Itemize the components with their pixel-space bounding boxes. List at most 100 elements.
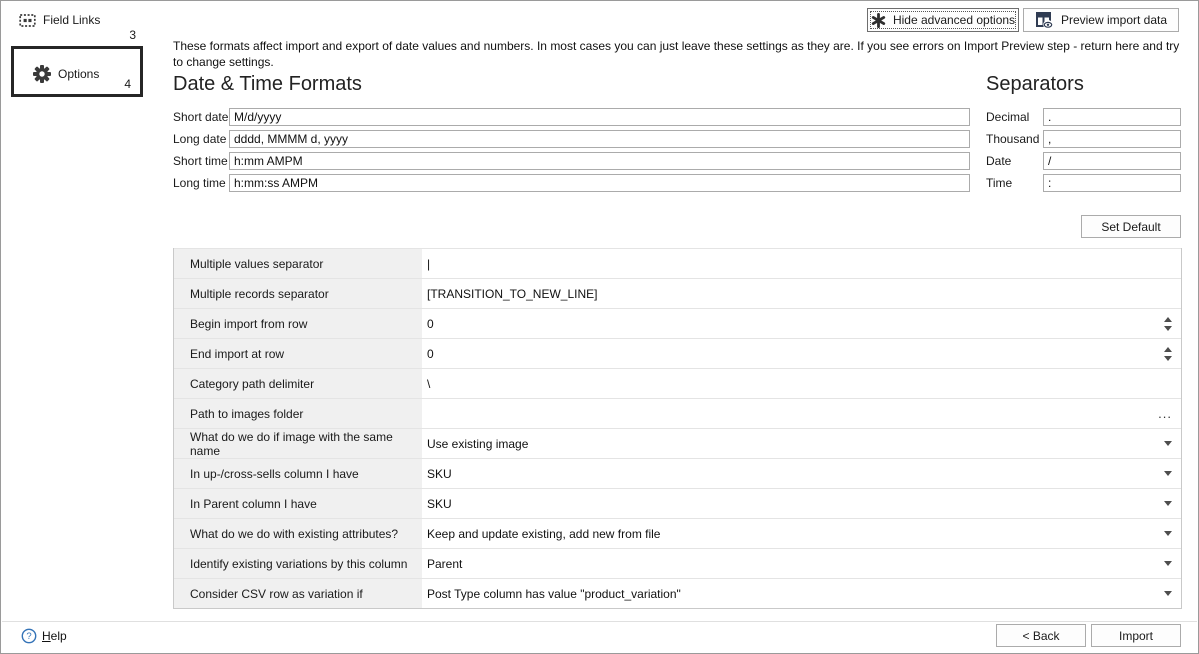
option-value[interactable]: 0	[422, 309, 1181, 338]
help-question-icon: ?	[21, 628, 37, 644]
separator-field-label: Date	[986, 154, 1039, 168]
option-value[interactable]: Use existing image	[422, 429, 1181, 458]
hide-advanced-options-label: Hide advanced options	[893, 13, 1015, 27]
field-links-step-number: 3	[122, 28, 136, 42]
datetime-field-input[interactable]	[229, 174, 970, 192]
spinner-control	[1164, 317, 1181, 331]
spinner-control	[1164, 347, 1181, 361]
separator-field-input[interactable]	[1043, 174, 1181, 192]
set-default-button[interactable]: Set Default	[1081, 215, 1181, 238]
option-value[interactable]: Keep and update existing, add new from f…	[422, 519, 1181, 548]
back-button[interactable]: < Back	[996, 624, 1086, 647]
option-value[interactable]: 0	[422, 339, 1181, 368]
separator-field-row: Decimal	[986, 108, 1181, 126]
browse-control: ...	[1158, 410, 1181, 418]
option-value-text: 0	[427, 347, 434, 361]
separator-field-label: Decimal	[986, 110, 1039, 124]
hide-advanced-options-button[interactable]: Hide advanced options	[867, 8, 1019, 32]
svg-text:?: ?	[26, 631, 31, 642]
dropdown-control	[1164, 561, 1181, 566]
chevron-down-icon[interactable]	[1164, 561, 1172, 566]
option-value-text: [TRANSITION_TO_NEW_LINE]	[427, 287, 597, 301]
option-value[interactable]: SKU	[422, 489, 1181, 518]
import-button[interactable]: Import	[1091, 624, 1181, 647]
footer-divider	[2, 621, 1197, 622]
options-step-number: 4	[124, 77, 131, 91]
option-row: Identify existing variations by this col…	[174, 548, 1181, 578]
spinner-up-icon[interactable]	[1164, 347, 1172, 352]
preview-table-eye-icon	[1035, 11, 1054, 30]
option-value[interactable]: SKU	[422, 459, 1181, 488]
datetime-field-label: Short time	[173, 154, 224, 168]
datetime-field-label: Short date	[173, 110, 224, 124]
field-links-icon	[19, 12, 36, 29]
chevron-down-icon[interactable]	[1164, 471, 1172, 476]
separator-fields-group: Decimal Thousand Date Time	[986, 108, 1181, 196]
browse-ellipsis-button[interactable]: ...	[1158, 410, 1172, 418]
option-label: Category path delimiter	[174, 369, 422, 398]
dropdown-control	[1164, 471, 1181, 476]
option-value-text: SKU	[427, 467, 452, 481]
separator-field-input[interactable]	[1043, 108, 1181, 126]
datetime-field-label: Long time	[173, 176, 224, 190]
import-wizard-window: Field Links 3 Options 4 Hide advanced op…	[0, 0, 1199, 654]
option-row: What do we do with existing attributes? K…	[174, 518, 1181, 548]
options-label: Options	[58, 67, 99, 81]
option-value-text: Keep and update existing, add new from f…	[427, 527, 660, 541]
option-label: Multiple values separator	[174, 249, 422, 278]
chevron-down-icon[interactable]	[1164, 531, 1172, 536]
chevron-down-icon[interactable]	[1164, 591, 1172, 596]
separators-heading: Separators	[986, 73, 1084, 96]
chevron-down-icon[interactable]	[1164, 501, 1172, 506]
datetime-field-input[interactable]	[229, 108, 970, 126]
dropdown-control	[1164, 531, 1181, 536]
option-row: Category path delimiter\	[174, 368, 1181, 398]
separator-field-label: Time	[986, 176, 1039, 190]
separator-field-row: Thousand	[986, 130, 1181, 148]
option-label: End import at row	[174, 339, 422, 368]
option-value[interactable]: \	[422, 369, 1181, 398]
option-row: In up-/cross-sells column I have SKU	[174, 458, 1181, 488]
intro-text: These formats affect import and export o…	[173, 39, 1182, 71]
spinner-down-icon[interactable]	[1164, 356, 1172, 361]
option-row: In Parent column I haveSKU	[174, 488, 1181, 518]
spinner-down-icon[interactable]	[1164, 326, 1172, 331]
datetime-field-row: Long time	[173, 174, 970, 192]
option-value[interactable]: |	[422, 249, 1181, 278]
option-label: Multiple records separator	[174, 279, 422, 308]
option-row: Consider CSV row as variation ifPost Typ…	[174, 578, 1181, 608]
option-value[interactable]: [TRANSITION_TO_NEW_LINE]	[422, 279, 1181, 308]
asterisk-icon	[871, 13, 886, 28]
option-value[interactable]: Parent	[422, 549, 1181, 578]
datetime-field-label: Long date	[173, 132, 224, 146]
separator-field-row: Time	[986, 174, 1181, 192]
option-label: What do we do with existing attributes?	[174, 519, 422, 548]
option-label: In Parent column I have	[174, 489, 422, 518]
datetime-formats-heading: Date & Time Formats	[173, 73, 362, 96]
help-button[interactable]: ? Help	[21, 628, 67, 644]
option-value-text: Use existing image	[427, 437, 528, 451]
option-value[interactable]: Post Type column has value "product_vari…	[422, 579, 1181, 608]
option-label: In up-/cross-sells column I have	[174, 459, 422, 488]
separator-field-row: Date	[986, 152, 1181, 170]
separator-field-input[interactable]	[1043, 152, 1181, 170]
datetime-field-input[interactable]	[229, 152, 970, 170]
option-label: Begin import from row	[174, 309, 422, 338]
spinner-up-icon[interactable]	[1164, 317, 1172, 322]
option-row: Multiple records separator [TRANSITION_TO…	[174, 278, 1181, 308]
datetime-fields-group: Short date Long date Short time Long time	[173, 108, 970, 196]
option-value-text: |	[427, 257, 430, 271]
advanced-options-table: Multiple values separator | Multiple recor…	[173, 248, 1182, 609]
option-label: Consider CSV row as variation if	[174, 579, 422, 608]
separator-field-input[interactable]	[1043, 130, 1181, 148]
datetime-field-row: Long date	[173, 130, 970, 148]
sidebar-item-field-links[interactable]: Field Links	[19, 10, 100, 30]
preview-import-data-button[interactable]: Preview import data	[1023, 8, 1179, 32]
field-links-label: Field Links	[43, 13, 100, 27]
sidebar-item-options[interactable]: Options 4	[11, 46, 143, 97]
option-value[interactable]: ...	[422, 399, 1181, 428]
datetime-field-input[interactable]	[229, 130, 970, 148]
option-label: What do we do if image with the same nam…	[174, 429, 422, 458]
chevron-down-icon[interactable]	[1164, 441, 1172, 446]
option-row: What do we do if image with the same nam…	[174, 428, 1181, 458]
